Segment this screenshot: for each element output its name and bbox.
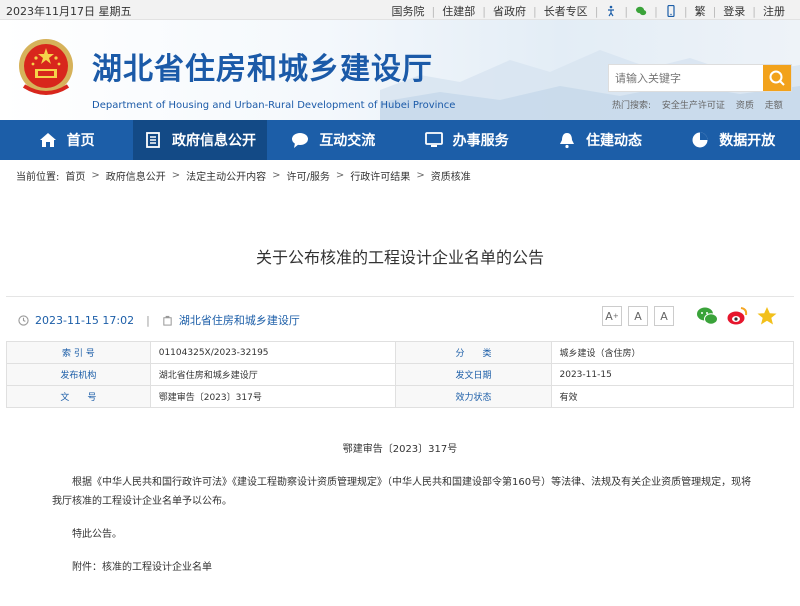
accessibility-icon[interactable] [605,5,617,17]
article-title: 关于公布核准的工程设计企业名单的公告 [255,248,544,267]
top-utility-bar: 2023年11月17日 星期五 国务院 | 住建部 | 省政府 | 长者专区 | | |… [0,0,800,20]
breadcrumb-item[interactable]: 首页 [65,168,85,183]
body-paragraph: 根据《中华人民共和国行政许可法》《建设工程勘察设计资质管理规定》（中华人民共和国… [52,477,752,507]
wechat-share-icon[interactable] [696,305,718,327]
attachment-link[interactable]: 附件：核准的工程设计企业名单 [0,558,800,577]
label-issuing-agency: 发布机构 [6,363,151,386]
search-button[interactable] [763,65,791,91]
current-date: 2023年11月17日 星期五 [6,5,132,18]
document-number-heading: 鄂建审告〔2023〕317号 [342,444,458,455]
breadcrumb-item[interactable]: 行政许可结果 [350,168,410,183]
font-size-large-button[interactable]: A + [602,306,622,326]
register-link[interactable]: 注册 [756,3,792,19]
hot-search-item[interactable]: 资质 [736,101,754,111]
clock-icon [18,314,29,326]
main-nav: 首页 政府信息公开 互动交流 办事服务 住建动态 数据开放 [0,120,800,160]
value-validity-status: 有效 [550,385,794,408]
label-validity-status: 效力状态 [395,385,552,408]
link-zhujianbu[interactable]: 住建部 [435,3,482,19]
nav-home[interactable]: 首页 [0,120,133,160]
hot-search-label: 热门搜索: [612,101,652,111]
nav-open-data[interactable]: 数据开放 [667,120,800,160]
table-row: 发布机构 湖北省住房和城乡建设厅 发文日期 2023-11-15 [6,363,794,386]
breadcrumb-item[interactable]: 许可/服务 [287,168,330,183]
link-guowuyuan[interactable]: 国务院 [385,3,432,19]
nav-interaction-label: 互动交流 [319,133,376,149]
hot-search-item[interactable]: 走额 [765,101,783,111]
search-input[interactable] [609,65,765,91]
weibo-share-icon[interactable] [726,305,748,327]
nav-news[interactable]: 住建动态 [533,120,666,160]
nav-home-label: 首页 [66,133,95,149]
home-icon [39,133,56,147]
table-row: 文 号 鄂建审告〔2023〕317号 效力状态 有效 [6,385,794,408]
site-title[interactable]: 湖北省住房和城乡建设厅 [92,44,433,88]
traditional-chinese-toggle[interactable]: 繁 [688,3,713,19]
font-size-medium-button[interactable]: A [628,306,648,326]
label-issue-date: 发文日期 [395,363,552,386]
document-icon [146,132,160,148]
label-index-number: 索 引 号 [6,341,151,364]
publisher-icon [163,315,172,326]
breadcrumb-item[interactable]: 法定主动公开内容 [186,168,266,183]
site-title-english: Department of Housing and Urban-Rural De… [92,100,456,111]
nav-interaction[interactable]: 互动交流 [267,120,400,160]
search-icon [769,70,785,86]
mobile-icon[interactable] [665,5,677,17]
breadcrumb-item[interactable]: 资质核准 [431,168,471,183]
value-category: 城乡建设（含住房） [550,341,794,364]
nav-services-label: 办事服务 [452,133,509,149]
publish-datetime: 2023-11-15 17:02 [35,313,135,327]
login-link[interactable]: 登录 [716,3,752,19]
monitor-icon [424,132,443,147]
value-issue-date: 2023-11-15 [550,363,794,386]
body-paragraph: 特此公告。 [72,529,122,540]
wechat-icon[interactable] [635,5,647,17]
publisher-name: 湖北省住房和城乡建设厅 [178,314,300,327]
search-box [608,64,792,92]
utility-links: 国务院 | 住建部 | 省政府 | 长者专区 | | | | 繁 | 登录 | 注册 [385,3,792,19]
favorite-star-icon[interactable] [756,305,778,327]
breadcrumb-item[interactable]: 政府信息公开 [106,168,166,183]
value-issuing-agency: 湖北省住房和城乡建设厅 [149,363,397,386]
label-category: 分 类 [395,341,552,364]
breadcrumb: 当前位置: 首页 > 政府信息公开 > 法定主动公开内容 > 许可/服务 > 行政许可结… [16,168,471,183]
breadcrumb-label: 当前位置: [16,171,60,183]
nav-gov-info[interactable]: 政府信息公开 [133,120,267,160]
chat-icon [292,133,309,148]
hot-searches: 热门搜索: 安全生产许可证 资质 走额 [612,98,791,111]
pie-chart-icon [692,132,708,148]
value-index-number: 01104325X/2023-32195 [149,341,397,364]
site-header: 湖北省住房和城乡建设厅 Department of Housing and Ur… [0,20,800,120]
document-info-table: 索 引 号 01104325X/2023-32195 分 类 城乡建设（含住房）… [6,341,794,408]
article-meta: 2023-11-15 17:02 | 湖北省住房和城乡建设厅 A + A A [0,297,800,341]
value-document-number: 鄂建审告〔2023〕317号 [149,385,397,408]
hot-search-item[interactable]: 安全生产许可证 [662,101,725,111]
national-emblem-icon[interactable] [14,36,78,100]
nav-services[interactable]: 办事服务 [400,120,533,160]
label-document-number: 文 号 [6,385,151,408]
font-size-small-button[interactable]: A [654,306,674,326]
nav-gov-info-label: 政府信息公开 [171,133,256,149]
table-row: 索 引 号 01104325X/2023-32195 分 类 城乡建设（含住房） [6,341,794,364]
link-shengzhengfu[interactable]: 省政府 [486,3,533,19]
bell-icon [559,133,574,149]
link-elderly-zone[interactable]: 长者专区 [537,3,595,19]
nav-news-label: 住建动态 [585,133,642,149]
nav-open-data-label: 数据开放 [719,133,776,149]
